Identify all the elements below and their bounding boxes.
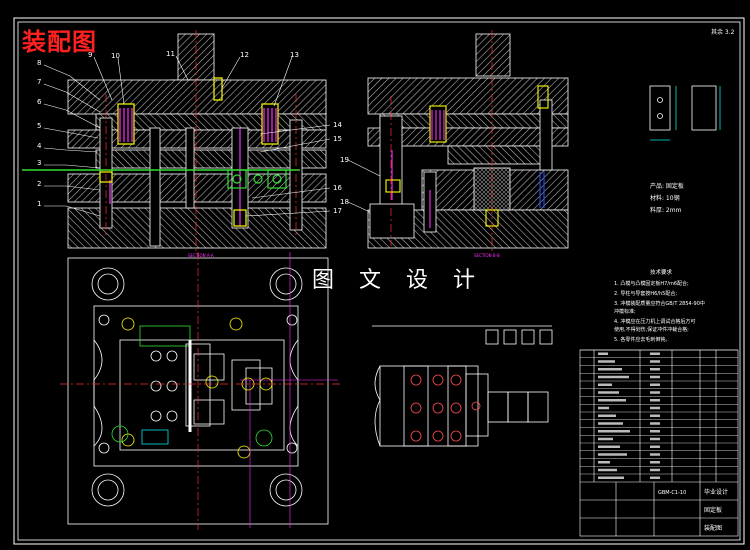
bom-cell-mark — [650, 383, 660, 386]
tech-req-line: 5. 各零件应去毛刺倒钝。 — [614, 336, 670, 343]
part-numbers-left: 8 7 6 5 4 3 2 1 — [37, 59, 42, 208]
bom-cell-mark — [650, 468, 660, 472]
part-number: 16 — [333, 184, 342, 192]
title-block-school: 毕业设计 — [704, 488, 728, 496]
part-number: 7 — [37, 78, 41, 86]
product-info: 产品: 固定板 材料: 10钢 料厚: 2mm — [650, 182, 684, 214]
bom-cell-mark — [650, 399, 660, 402]
bom-cell-mark — [598, 453, 627, 456]
bom-cell-mark — [598, 368, 622, 371]
part-number: 6 — [37, 98, 42, 106]
part-detail — [649, 85, 721, 141]
bom-cell-mark — [598, 437, 613, 441]
corner-roughness-note: 其余 3.2 — [711, 28, 735, 36]
tech-req-line: 2. 导柱与导套按H6/h5配合; — [614, 290, 677, 297]
bom-cell-mark — [598, 414, 616, 417]
bom-cell-mark — [598, 422, 623, 425]
bom-cell-mark — [650, 461, 660, 464]
part-number: 18 — [340, 198, 349, 206]
part-numbers-section-b: 19 18 — [340, 156, 349, 206]
bom-cell-mark — [598, 406, 609, 410]
part-number: 10 — [111, 52, 120, 60]
title-block-drawing-no: GBM-C1-10 — [658, 490, 686, 496]
title-block-type: 装配图 — [704, 524, 722, 532]
part-number: 1 — [37, 200, 41, 208]
part-number: 9 — [88, 51, 92, 59]
title-block-drawing-name: 固定板 — [704, 506, 722, 514]
part-number: 5 — [37, 122, 41, 130]
bom-cell-mark — [650, 406, 660, 410]
bom-cell-mark — [598, 375, 629, 379]
part-number: 11 — [166, 50, 175, 58]
part-number: 19 — [340, 156, 349, 164]
bom-cell-mark — [650, 476, 660, 479]
part-number: 17 — [333, 207, 342, 215]
bom-cell-mark — [598, 352, 608, 355]
tech-req-title: 技术要求 — [650, 268, 673, 276]
bom-cell-mark — [598, 399, 626, 402]
bom-cell-mark — [650, 368, 660, 371]
bom-cell-mark — [598, 461, 610, 464]
bom-cell-mark — [650, 445, 660, 448]
part-number: 3 — [37, 159, 41, 167]
bom-cell-mark — [650, 453, 660, 456]
bom-cell-mark — [650, 391, 660, 394]
watermark: 图 文 设 计 — [312, 268, 484, 293]
bom-cell-mark — [598, 391, 619, 394]
technical-requirements: 技术要求 1. 凸模与凸模固定板H7/m6配合; 2. 导柱与导套按H6/h5配… — [614, 268, 705, 343]
title-block: 毕业设计 固定板 GBM-C1-10 装配图 — [658, 488, 728, 532]
section-b-b-label: SECTION B-B — [474, 253, 500, 258]
strip-layout — [372, 325, 553, 447]
part-number: 12 — [240, 51, 249, 59]
tech-req-line: 冲模标准; — [614, 308, 636, 315]
bom-cell-mark — [650, 437, 660, 441]
product-info-line: 材料: 10钢 — [650, 194, 680, 202]
bom-cell-mark — [598, 383, 612, 386]
tech-req-line: 3. 冲模装配质量应符合GB/T 2854-90中 — [614, 300, 705, 307]
bom-cell-mark — [598, 445, 620, 448]
product-info-line: 产品: 固定板 — [650, 182, 684, 190]
bom-cell-mark — [650, 360, 660, 363]
part-number: 8 — [37, 59, 41, 67]
part-number: 13 — [290, 51, 299, 59]
bom-cell-mark — [650, 375, 660, 379]
section-a-a-view — [67, 33, 327, 249]
bom-cell-mark — [598, 468, 617, 472]
bom-row-text-marks — [598, 352, 660, 479]
tech-req-line: 使用,不得划伤,保证冲件冲裁合格; — [614, 326, 689, 333]
part-number: 15 — [333, 135, 342, 143]
tech-req-line: 4. 冲模应在压力机上调试合格后方可 — [614, 318, 695, 325]
section-a-a-label: SECTION A-A — [188, 253, 214, 258]
bom-cell-mark — [650, 422, 660, 425]
part-number: 2 — [37, 180, 41, 188]
part-number: 14 — [333, 121, 342, 129]
bom-cell-mark — [650, 414, 660, 417]
bom-cell-mark — [598, 430, 630, 433]
part-number: 4 — [37, 142, 42, 150]
product-info-line: 料厚: 2mm — [650, 206, 682, 214]
bom-cell-mark — [598, 476, 624, 479]
bom-cell-mark — [650, 430, 660, 433]
tech-req-line: 1. 凸模与凸模固定板H7/m6配合; — [614, 280, 689, 287]
bom-cell-mark — [650, 352, 660, 355]
bom-cell-mark — [598, 360, 615, 363]
section-b-b-view — [367, 33, 569, 249]
